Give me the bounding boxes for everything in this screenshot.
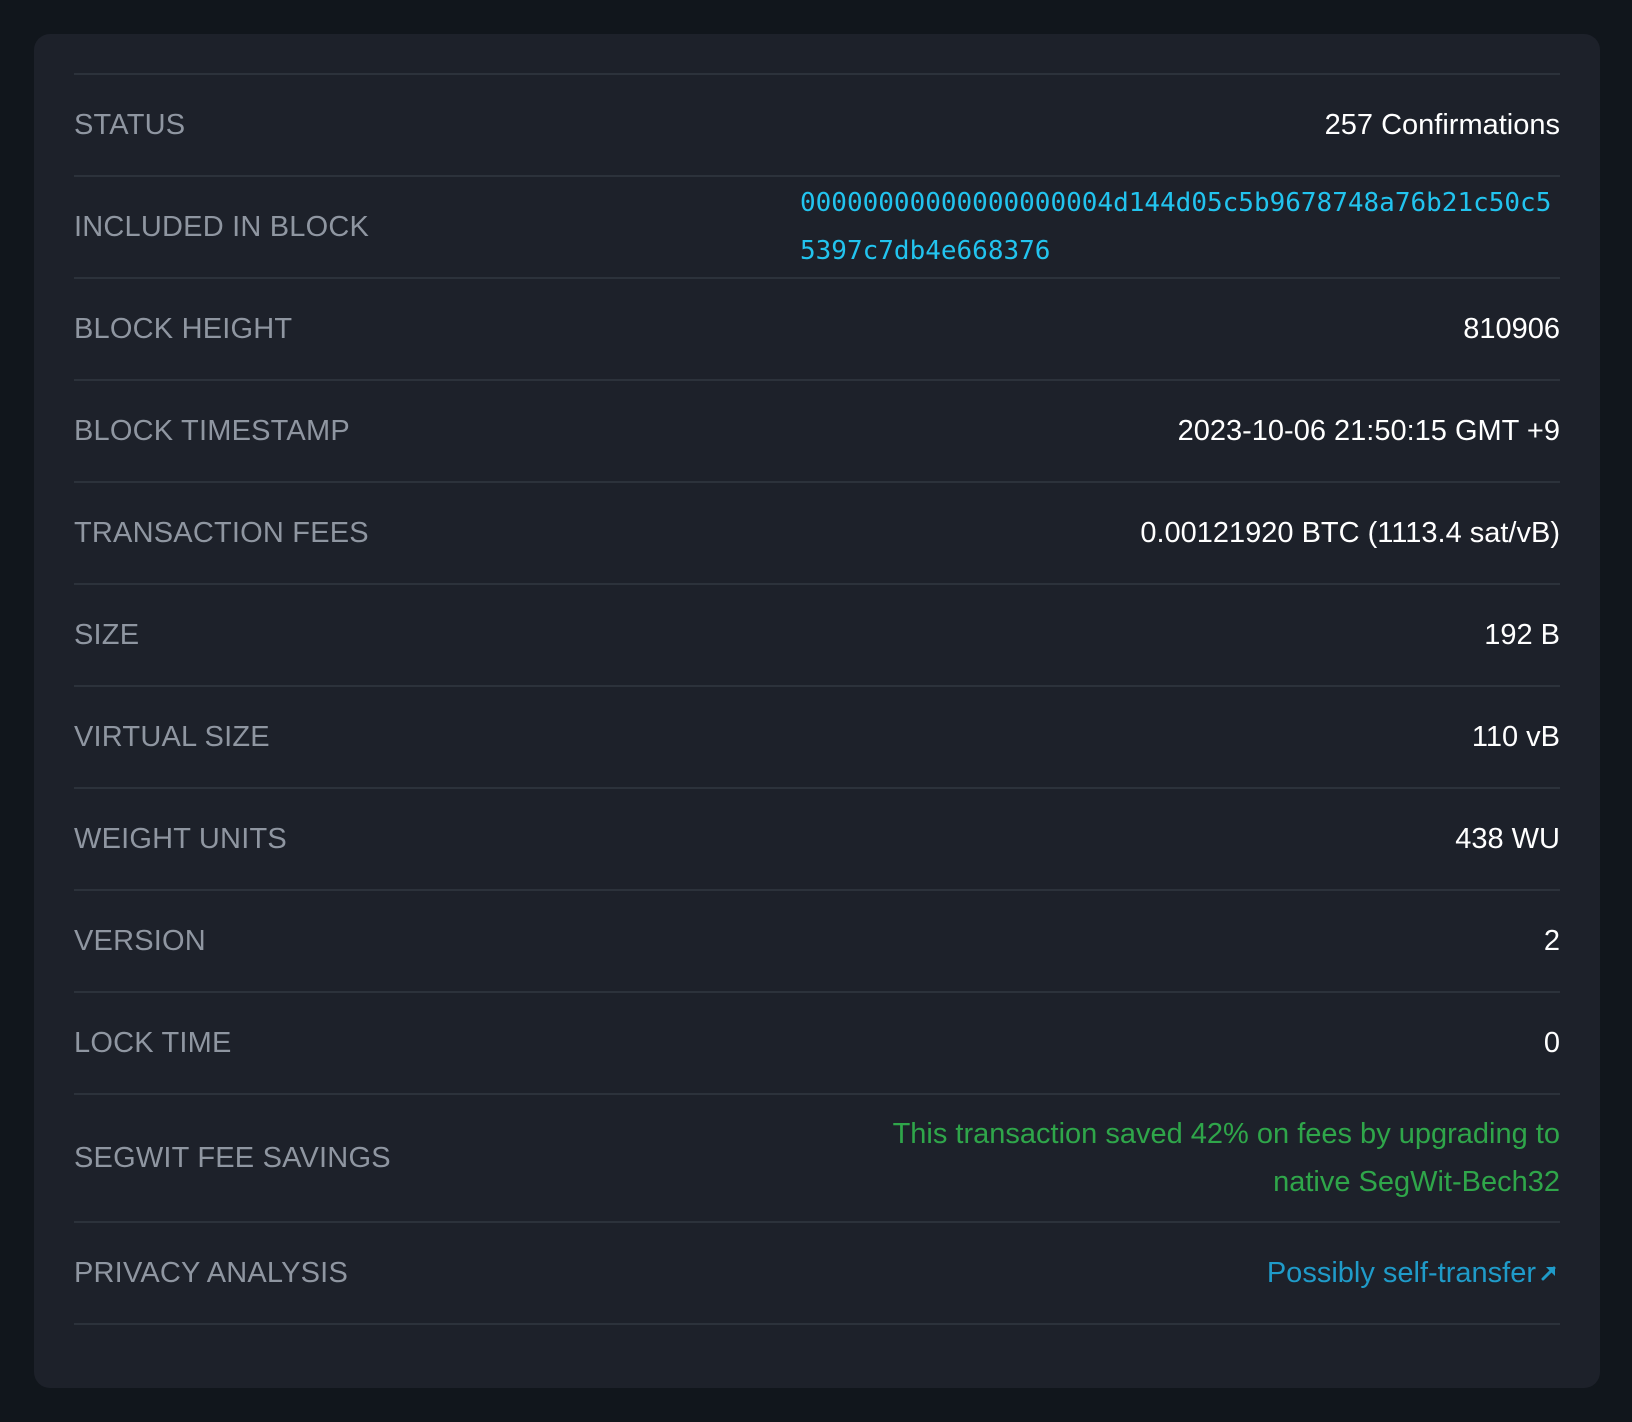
block-timestamp-value: 2023-10-06 21:50:15 GMT +9: [1177, 415, 1560, 447]
row-size: SIZE 192 B: [74, 585, 1560, 687]
privacy-analysis-value: Possibly self-transfer: [1266, 1256, 1536, 1289]
transaction-fees-value: 0.00121920 BTC (1113.4 sat/vB): [1140, 517, 1560, 549]
lock-time-value: 0: [1543, 1027, 1560, 1059]
details-table: STATUS 257 Confirmations INCLUDED IN BLO…: [74, 73, 1560, 1325]
weight-units-label: WEIGHT UNITS: [74, 822, 287, 855]
privacy-analysis-label: PRIVACY ANALYSIS: [74, 1256, 348, 1289]
row-version: VERSION 2: [74, 891, 1560, 993]
row-status: STATUS 257 Confirmations: [74, 75, 1560, 177]
included-in-block-label: INCLUDED IN BLOCK: [74, 210, 370, 243]
transaction-details-card: STATUS 257 Confirmations INCLUDED IN BLO…: [34, 34, 1600, 1388]
row-privacy-analysis: PRIVACY ANALYSIS Possibly self-transfer: [74, 1223, 1560, 1325]
row-virtual-size: VIRTUAL SIZE 110 vB: [74, 687, 1560, 789]
status-value: 257 Confirmations: [1324, 109, 1560, 141]
status-label: STATUS: [74, 108, 186, 141]
version-label: VERSION: [74, 924, 206, 957]
virtual-size-value: 110 vB: [1471, 721, 1560, 753]
row-included-in-block: INCLUDED IN BLOCK 00000000000000000004d1…: [74, 177, 1560, 279]
external-link-icon: [1538, 1262, 1560, 1284]
transaction-fees-label: TRANSACTION FEES: [74, 516, 369, 549]
weight-units-value: 438 WU: [1455, 823, 1560, 855]
row-block-timestamp: BLOCK TIMESTAMP 2023-10-06 21:50:15 GMT …: [74, 381, 1560, 483]
block-height-label: BLOCK HEIGHT: [74, 312, 293, 345]
segwit-fee-savings-value: This transaction saved 42% on fees by up…: [892, 1118, 1560, 1198]
size-value: 192 B: [1484, 619, 1560, 651]
block-timestamp-label: BLOCK TIMESTAMP: [74, 414, 350, 447]
virtual-size-label: VIRTUAL SIZE: [74, 720, 270, 753]
size-label: SIZE: [74, 618, 140, 651]
lock-time-label: LOCK TIME: [74, 1026, 232, 1059]
row-lock-time: LOCK TIME 0: [74, 993, 1560, 1095]
version-value: 2: [1543, 925, 1560, 957]
row-transaction-fees: TRANSACTION FEES 0.00121920 BTC (1113.4 …: [74, 483, 1560, 585]
privacy-analysis-link[interactable]: Possibly self-transfer: [1267, 1257, 1560, 1290]
row-block-height: BLOCK HEIGHT 810906: [74, 279, 1560, 381]
block-height-value: 810906: [1463, 313, 1560, 345]
row-segwit-fee-savings: SEGWIT FEE SAVINGS This transaction save…: [74, 1095, 1560, 1223]
block-hash-link[interactable]: 00000000000000000004d144d05c5b9678748a76…: [800, 179, 1560, 275]
segwit-fee-savings-label: SEGWIT FEE SAVINGS: [74, 1141, 391, 1174]
row-weight-units: WEIGHT UNITS 438 WU: [74, 789, 1560, 891]
